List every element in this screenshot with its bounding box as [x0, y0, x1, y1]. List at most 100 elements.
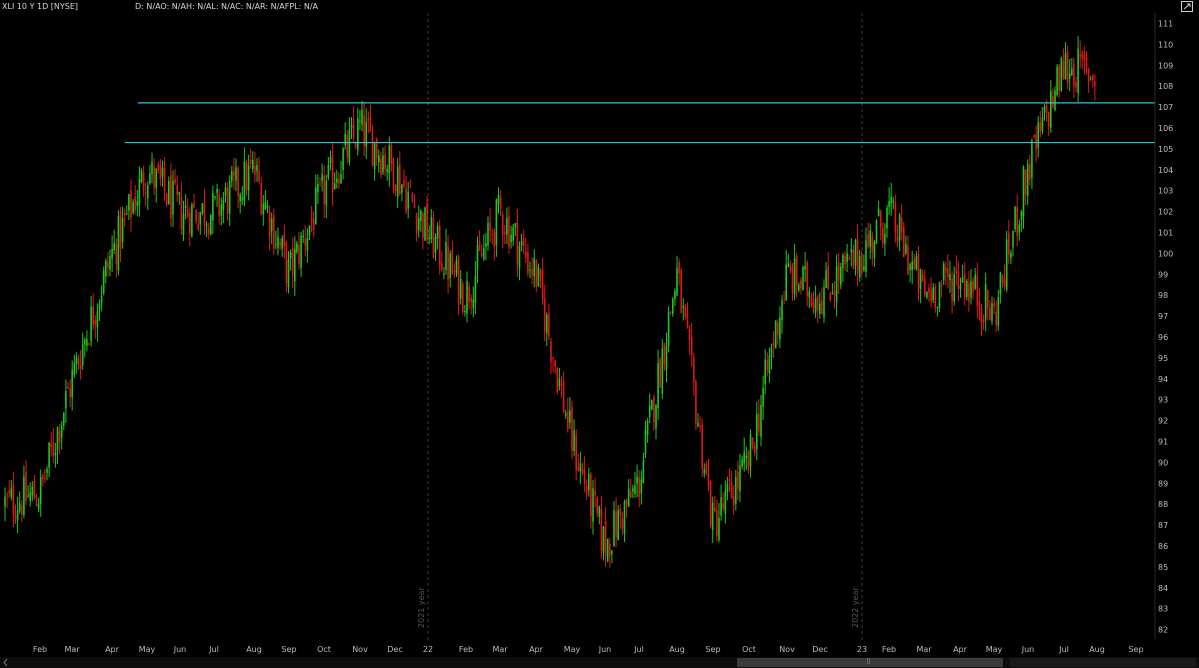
- candle: [1047, 111, 1050, 136]
- candle: [905, 235, 907, 256]
- time-scrollbar[interactable]: ⠿: [0, 657, 1199, 668]
- candle: [806, 260, 808, 307]
- candle: [768, 347, 771, 383]
- candle: [506, 207, 508, 245]
- time-axis[interactable]: Feb Mar Apr May Jun Jul Aug Sep Oct Nov Dec 22 Feb Ma…: [33, 645, 1144, 654]
- candle: [134, 184, 136, 215]
- x-tick-label: May: [139, 645, 156, 654]
- candle: [520, 233, 523, 252]
- candle: [1029, 154, 1031, 186]
- candle: [239, 192, 241, 214]
- candle: [800, 277, 802, 295]
- candle: [827, 252, 829, 291]
- candle: [569, 396, 571, 430]
- x-tick-label: 23: [857, 645, 867, 654]
- scroll-left-icon[interactable]: [2, 658, 10, 667]
- candle: [67, 382, 69, 389]
- candle: [543, 284, 546, 341]
- candle: [661, 339, 664, 399]
- x-tick-label: Mar: [492, 645, 508, 654]
- price-axis[interactable]: 82 83 84 85 86 87 88 89 90 91 92 93 94 95 96 97 98 99 100 1…: [1158, 19, 1173, 634]
- candle: [779, 306, 781, 349]
- candle: [858, 249, 861, 282]
- candle: [1087, 67, 1090, 93]
- candle: [382, 147, 384, 175]
- candle: [669, 311, 672, 315]
- candle: [831, 282, 834, 295]
- y-tick-label: 107: [1158, 103, 1173, 112]
- candle: [147, 181, 149, 211]
- candle: [854, 238, 857, 276]
- symbol-label[interactable]: XLI 10 Y 1D [NYSE]: [2, 0, 78, 13]
- candle: [130, 179, 132, 232]
- scrollbar-track-right[interactable]: [1010, 658, 1196, 667]
- candle: [674, 288, 676, 307]
- candle: [149, 165, 151, 186]
- candle: [342, 146, 344, 180]
- candle: [745, 446, 748, 471]
- candle: [606, 538, 609, 563]
- candle: [659, 357, 661, 388]
- candle: [98, 299, 101, 321]
- x-tick-label: Nov: [779, 645, 795, 654]
- candle: [319, 176, 321, 187]
- y-tick-label: 88: [1158, 500, 1168, 509]
- candle: [1014, 205, 1016, 233]
- candle: [220, 197, 223, 226]
- candle: [1075, 76, 1077, 93]
- candle: [441, 250, 443, 273]
- candle: [1024, 169, 1027, 206]
- candle: [451, 240, 454, 276]
- candle: [703, 463, 706, 478]
- candle: [50, 431, 52, 457]
- candle: [413, 194, 416, 209]
- candle: [577, 454, 580, 472]
- candle: [193, 194, 195, 209]
- candle: [525, 237, 527, 264]
- candle: [422, 211, 424, 250]
- candle: [165, 193, 168, 207]
- candle: [766, 352, 769, 377]
- y-tick-label: 93: [1158, 396, 1168, 405]
- candle: [56, 426, 59, 464]
- horizontal-levels[interactable]: [125, 102, 1155, 144]
- candle: [789, 260, 792, 274]
- candle: [394, 184, 397, 196]
- price-chart[interactable]: 2021 year 2022 year 82 83 84 85 86 87 88 89 90 91 9…: [0, 0, 1199, 657]
- candle: [71, 360, 73, 411]
- candle: [205, 221, 208, 237]
- candle: [592, 480, 594, 535]
- candle: [153, 158, 155, 196]
- candle: [787, 253, 790, 268]
- x-tick-label: May: [986, 645, 1003, 654]
- candle: [380, 151, 382, 179]
- candle: [657, 349, 659, 420]
- candle: [621, 511, 624, 536]
- candle: [142, 165, 145, 197]
- x-tick-label: Jul: [1058, 645, 1069, 654]
- candle: [90, 296, 92, 347]
- candle: [894, 194, 897, 243]
- candle: [863, 254, 865, 272]
- candle: [583, 456, 586, 493]
- expand-icon[interactable]: [1181, 1, 1193, 12]
- candle: [340, 160, 342, 185]
- candle: [1050, 80, 1052, 133]
- candle: [926, 291, 928, 300]
- y-tick-label: 103: [1158, 187, 1173, 196]
- candle: [877, 200, 880, 217]
- candle: [556, 366, 559, 395]
- candle: [928, 283, 930, 303]
- candle: [575, 428, 577, 481]
- candle: [161, 160, 164, 187]
- candle: [275, 230, 277, 250]
- candle: [783, 290, 785, 304]
- scrollbar-thumb[interactable]: ⠿: [737, 658, 1003, 667]
- candle: [323, 165, 325, 218]
- candle: [1037, 116, 1039, 158]
- candle: [1085, 51, 1088, 75]
- candle: [850, 238, 853, 267]
- candle: [609, 537, 611, 568]
- candle: [884, 223, 886, 257]
- candle: [747, 450, 750, 474]
